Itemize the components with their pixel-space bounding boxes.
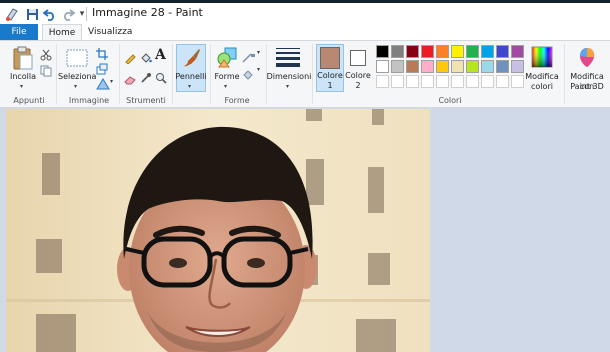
shape-fill-dropdown-arrow[interactable]: ▾ bbox=[257, 66, 260, 73]
shapes-label[interactable]: Forme bbox=[210, 72, 244, 82]
paint-window: ▾ Immagine 28 - Paint File Home Visualiz… bbox=[0, 0, 610, 352]
palette-swatch[interactable] bbox=[421, 45, 434, 58]
palette-swatch[interactable] bbox=[406, 60, 419, 73]
fill-icon[interactable] bbox=[140, 49, 152, 68]
copy-icon[interactable] bbox=[40, 62, 52, 81]
save-icon[interactable] bbox=[24, 5, 40, 23]
tab-home[interactable]: Home bbox=[42, 24, 82, 40]
palette-swatch[interactable] bbox=[466, 60, 479, 73]
rotate-icon[interactable] bbox=[96, 75, 110, 94]
palette-custom-swatch[interactable] bbox=[406, 75, 419, 88]
select-icon[interactable] bbox=[66, 49, 88, 71]
title-separator bbox=[86, 7, 87, 21]
ribbon-tabs: File Home Visualizza bbox=[0, 24, 610, 40]
size-dropdown-arrow[interactable]: ▾ bbox=[286, 83, 289, 90]
paint3d-icon[interactable] bbox=[576, 46, 598, 72]
edit-colors-label-line2[interactable]: colori bbox=[523, 82, 561, 92]
palette-swatch[interactable] bbox=[481, 60, 494, 73]
shape-fill-icon[interactable] bbox=[242, 65, 256, 84]
palette-swatch[interactable] bbox=[421, 60, 434, 73]
eraser-icon[interactable] bbox=[124, 70, 136, 89]
ribbon-home: Incolla ▾ Appunti Seleziona ▾ ▾ Immagine bbox=[0, 40, 610, 108]
group-separator bbox=[119, 44, 120, 104]
brushes-label[interactable]: Pennelli bbox=[174, 72, 208, 82]
paste-icon[interactable] bbox=[12, 46, 34, 74]
size-icon[interactable] bbox=[276, 47, 300, 71]
palette-custom-swatch[interactable] bbox=[376, 75, 389, 88]
edit-colors-label[interactable]: Modifica bbox=[523, 72, 561, 82]
brushes-dropdown-arrow[interactable]: ▾ bbox=[188, 83, 191, 90]
palette-swatch[interactable] bbox=[496, 60, 509, 73]
paint3d-label-line2[interactable]: Paint 3D bbox=[564, 82, 610, 92]
palette-swatch[interactable] bbox=[376, 45, 389, 58]
color1-swatch[interactable] bbox=[320, 47, 340, 69]
portrait-photo bbox=[6, 109, 430, 352]
palette-custom-swatch[interactable] bbox=[391, 75, 404, 88]
palette-swatch[interactable] bbox=[376, 60, 389, 73]
palette-swatch[interactable] bbox=[436, 60, 449, 73]
select-button-label[interactable]: Seleziona bbox=[58, 72, 96, 82]
group-label-shapes: Forme bbox=[224, 96, 250, 105]
group-separator bbox=[312, 44, 313, 104]
palette-custom-swatch[interactable] bbox=[496, 75, 509, 88]
shapes-dropdown-arrow[interactable]: ▾ bbox=[224, 83, 227, 90]
magnifier-icon[interactable] bbox=[155, 69, 167, 88]
pencil-icon[interactable] bbox=[124, 49, 136, 68]
group-label-colors: Colori bbox=[438, 96, 462, 105]
color-picker-icon[interactable] bbox=[140, 69, 152, 88]
color2-label[interactable]: Colore bbox=[342, 71, 374, 81]
canvas-image[interactable] bbox=[6, 109, 430, 352]
palette-custom-swatch[interactable] bbox=[466, 75, 479, 88]
quick-access-more-button[interactable]: ▾ bbox=[74, 5, 90, 23]
outline-dropdown-arrow[interactable]: ▾ bbox=[257, 49, 260, 56]
undo-icon[interactable] bbox=[42, 5, 58, 23]
size-label[interactable]: Dimensioni bbox=[266, 72, 312, 82]
palette-custom-swatch[interactable] bbox=[451, 75, 464, 88]
color2-label-number[interactable]: 2 bbox=[342, 81, 374, 91]
edit-colors-icon[interactable] bbox=[531, 46, 553, 72]
palette-swatch[interactable] bbox=[391, 60, 404, 73]
palette-swatch[interactable] bbox=[466, 45, 479, 58]
palette-swatch[interactable] bbox=[511, 45, 524, 58]
palette-custom-swatch[interactable] bbox=[421, 75, 434, 88]
tab-file[interactable]: File bbox=[0, 24, 38, 40]
group-label-tools: Strumenti bbox=[126, 96, 166, 105]
paste-dropdown-arrow[interactable]: ▾ bbox=[20, 83, 23, 90]
color2-swatch[interactable] bbox=[350, 50, 366, 66]
window-title: Immagine 28 - Paint bbox=[92, 6, 203, 19]
palette-swatch[interactable] bbox=[481, 45, 494, 58]
group-separator bbox=[172, 44, 173, 104]
tab-view[interactable]: Visualizza bbox=[88, 24, 132, 40]
text-tool-icon[interactable]: A bbox=[155, 47, 166, 63]
palette-swatch[interactable] bbox=[436, 45, 449, 58]
brush-icon[interactable] bbox=[180, 47, 202, 73]
rotate-dropdown-arrow[interactable]: ▾ bbox=[110, 78, 113, 85]
group-label-image: Immagine bbox=[68, 96, 110, 105]
palette-swatch[interactable] bbox=[406, 45, 419, 58]
palette-swatch[interactable] bbox=[496, 45, 509, 58]
palette-swatch[interactable] bbox=[391, 45, 404, 58]
shapes-icon[interactable] bbox=[216, 46, 238, 72]
title-bar: ▾ Immagine 28 - Paint bbox=[0, 0, 610, 24]
group-label-clipboard: Appunti bbox=[13, 96, 45, 105]
palette-custom-swatch[interactable] bbox=[436, 75, 449, 88]
group-separator bbox=[56, 44, 57, 104]
palette-custom-swatch[interactable] bbox=[481, 75, 494, 88]
paste-button-label[interactable]: Incolla bbox=[4, 72, 42, 82]
select-dropdown-arrow[interactable]: ▾ bbox=[74, 83, 77, 90]
palette-swatch[interactable] bbox=[451, 45, 464, 58]
paint-app-icon[interactable] bbox=[4, 5, 20, 23]
palette-swatch[interactable] bbox=[451, 60, 464, 73]
